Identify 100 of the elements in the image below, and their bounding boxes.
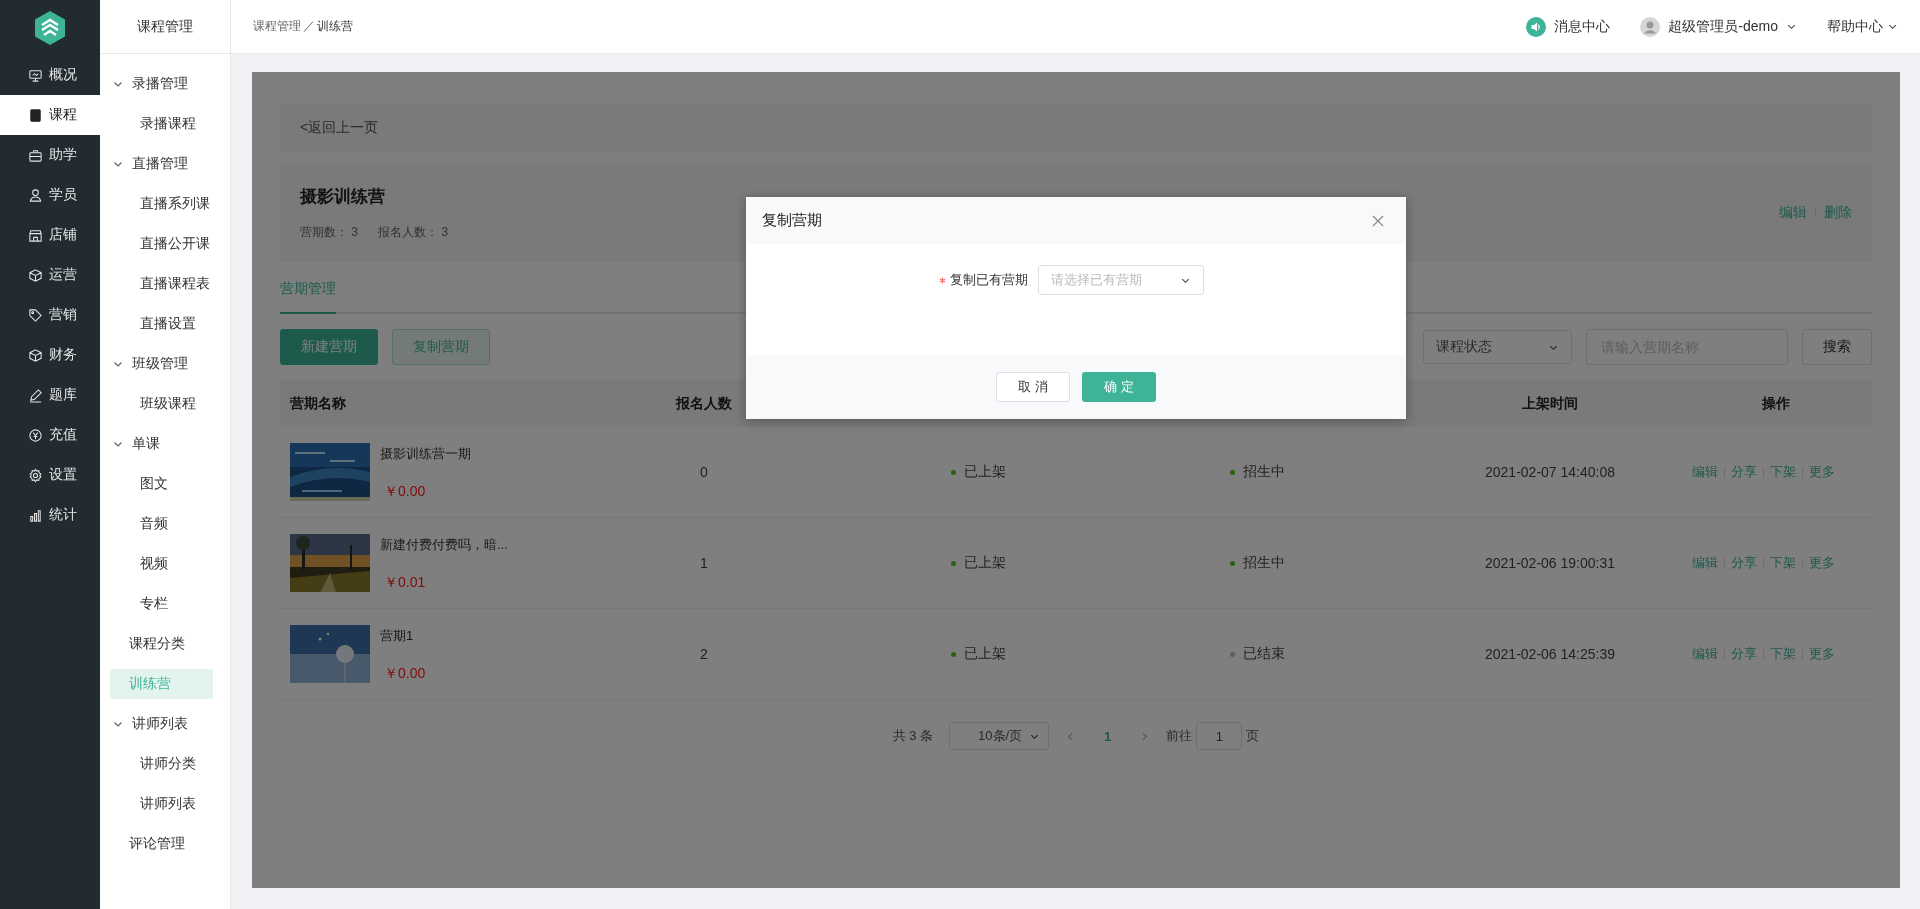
total-count: 共 3 条 <box>892 727 934 745</box>
cancel-button[interactable]: 取 消 <box>996 372 1070 402</box>
menu-item[interactable]: 图文 <box>100 475 168 493</box>
nav-label: 营销 <box>49 306 77 324</box>
cube-icon <box>28 347 43 363</box>
user-menu[interactable]: 超级管理员-demo <box>1668 17 1778 36</box>
nav-item[interactable]: 统计 <box>0 495 100 535</box>
menu-group[interactable]: 讲师列表 <box>100 715 188 733</box>
camp-stat: 报名人数： 3 <box>378 223 449 241</box>
status-text: 已上架 <box>963 645 1006 663</box>
user-icon <box>28 187 43 203</box>
status-text: 招生中 <box>1242 463 1285 481</box>
menu-item[interactable]: 直播系列课 <box>100 195 210 213</box>
nav-label: 运营 <box>49 266 77 284</box>
nav-item[interactable]: 充值 <box>0 415 100 455</box>
menu-item[interactable]: 音频 <box>100 515 168 533</box>
menu-group[interactable]: 班级管理 <box>100 355 188 373</box>
nav-label: 课程 <box>49 106 77 124</box>
nav-label: 题库 <box>49 386 77 404</box>
menu-item[interactable]: 视频 <box>100 555 168 573</box>
page-field[interactable]: 1 <box>1196 722 1243 750</box>
status-text: 招生中 <box>1242 554 1285 572</box>
message-center-link[interactable]: 消息中心 <box>1554 17 1611 36</box>
nav-label: 概况 <box>49 66 77 84</box>
chart-icon <box>28 507 43 523</box>
nav-label: 统计 <box>49 506 77 524</box>
monitor-icon <box>28 67 43 83</box>
pencil-icon <box>28 387 43 403</box>
briefcase-icon <box>28 147 43 163</box>
close-icon[interactable] <box>1372 214 1384 227</box>
price: ￥0.00 <box>383 665 426 683</box>
status-text: 已结束 <box>1242 645 1285 663</box>
menu-item[interactable]: 直播公开课 <box>100 235 210 253</box>
nav-item[interactable]: 概况 <box>0 55 100 95</box>
cube-icon <box>28 267 43 283</box>
status-text: 已上架 <box>963 463 1006 481</box>
nav-item[interactable]: 运营 <box>0 255 100 295</box>
menu-group[interactable]: 单课 <box>100 435 160 453</box>
sidebar-title: 课程管理 <box>100 0 230 54</box>
gear-icon <box>28 467 43 483</box>
menu-item[interactable]: 直播设置 <box>100 315 196 333</box>
menu-item[interactable]: 讲师列表 <box>100 795 196 813</box>
camp-name: 新建付费付费吗，暗... <box>380 536 508 554</box>
book-icon <box>28 107 43 123</box>
menu-item[interactable]: 课程分类 <box>110 629 213 659</box>
table-cell-text: 2021-02-06 14:25:39 <box>1484 646 1616 662</box>
nav-item[interactable]: 题库 <box>0 375 100 415</box>
breadcrumb-separator: ／ <box>303 18 315 35</box>
breadcrumb-link[interactable]: 课程管理 <box>253 18 301 35</box>
nav-label: 店铺 <box>49 226 77 244</box>
avatar-icon <box>1640 16 1661 37</box>
goto-label: 前往 <box>1166 727 1193 745</box>
help-menu[interactable]: 帮助中心 <box>1827 17 1883 36</box>
nav-item[interactable]: 助学 <box>0 135 100 175</box>
store-icon <box>28 227 43 243</box>
dialog-title: 复制营期 <box>762 211 822 230</box>
menu-item[interactable]: 直播课程表 <box>100 275 210 293</box>
nav-label: 财务 <box>49 346 77 364</box>
nav-item[interactable]: 设置 <box>0 455 100 495</box>
tag-icon <box>28 307 43 323</box>
column-header: 报名人数 <box>674 394 733 413</box>
camp-stat: 营期数： 3 <box>300 223 359 241</box>
speaker-icon[interactable] <box>1526 16 1547 37</box>
search-button[interactable]: 搜索 <box>1802 329 1872 365</box>
table-cell-text: 0 <box>699 464 709 480</box>
nav-label: 学员 <box>49 186 77 204</box>
page-suffix: 页 <box>1246 727 1260 745</box>
table-cell-text: 2 <box>699 646 709 662</box>
menu-item[interactable]: 专栏 <box>100 595 168 613</box>
table-cell-text: 2021-02-07 14:40:08 <box>1484 464 1616 480</box>
table-cell-text: 2021-02-06 19:00:31 <box>1484 555 1616 571</box>
column-header: 上架时间 <box>1521 394 1579 413</box>
menu-group[interactable]: 直播管理 <box>100 155 188 173</box>
menu-item[interactable]: 讲师分类 <box>100 755 196 773</box>
nav-label: 助学 <box>49 146 77 164</box>
nav-item[interactable]: 店铺 <box>0 215 100 255</box>
menu-item[interactable]: 评论管理 <box>110 829 213 859</box>
camp-name: 营期1 <box>380 627 415 645</box>
nav-item[interactable]: 课程 <box>0 95 100 135</box>
price: ￥0.00 <box>383 483 427 501</box>
nav-item[interactable]: 财务 <box>0 335 100 375</box>
menu-group[interactable]: 录播管理 <box>100 75 188 93</box>
nav-item[interactable]: 营销 <box>0 295 100 335</box>
status-text: 已上架 <box>963 554 1006 572</box>
status-select[interactable]: 课程状态 <box>1423 330 1572 364</box>
table-cell-text: 1 <box>699 555 709 571</box>
yen-icon <box>28 427 43 443</box>
menu-item[interactable]: 录播课程 <box>100 115 196 133</box>
breadcrumb-current: 训练营 <box>317 18 353 35</box>
price: ￥0.01 <box>383 574 427 592</box>
column-header: 操作 <box>1761 394 1791 413</box>
nav-item[interactable]: 学员 <box>0 175 100 215</box>
logo-icon <box>33 10 67 46</box>
field-label: 复制已有营期 <box>949 271 1028 289</box>
nav-label: 设置 <box>49 466 77 484</box>
page-size-select[interactable]: 10条/页 <box>949 722 1050 750</box>
column-header: 营期名称 <box>289 394 347 413</box>
nav-label: 充值 <box>49 426 77 444</box>
camp-title: 摄影训练营 <box>300 185 386 208</box>
menu-item[interactable]: 班级课程 <box>100 395 196 413</box>
